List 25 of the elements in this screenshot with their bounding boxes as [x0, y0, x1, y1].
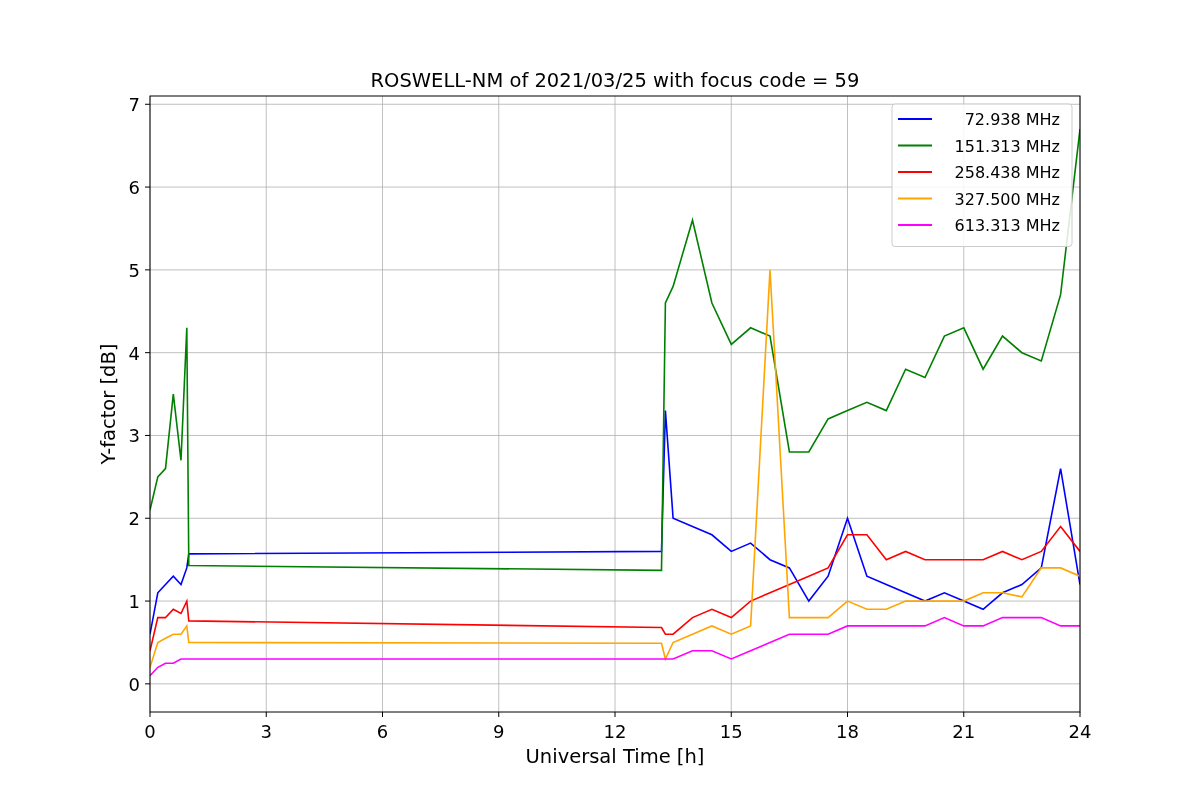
- x-tick-label: 18: [836, 721, 859, 742]
- x-tick-label: 12: [603, 721, 627, 742]
- x-tick-label: 9: [493, 721, 505, 742]
- x-axis-label: Universal Time [h]: [525, 745, 705, 768]
- x-tick-label: 0: [144, 721, 156, 742]
- y-tick-label: 3: [128, 425, 140, 447]
- y-tick-label: 4: [128, 342, 140, 364]
- x-tick-label: 3: [260, 721, 272, 742]
- chart-title: ROSWELL-NM of 2021/03/25 with focus code = 59: [370, 69, 860, 92]
- legend-label: 327.500 MHz: [954, 189, 1060, 209]
- legend-label: 613.313 MHz: [954, 216, 1060, 235]
- x-tick-label: 6: [376, 721, 389, 742]
- y-tick-label: 5: [128, 259, 140, 281]
- x-tick-label: 21: [952, 721, 976, 742]
- y-tick-label: 7: [128, 94, 140, 116]
- y-tick-label: 1: [128, 591, 140, 613]
- legend-label: 151.313 MHz: [954, 136, 1060, 156]
- y-axis-label: Y-factor [dB]: [97, 343, 120, 465]
- legend-label: 258.438 MHz: [954, 163, 1060, 182]
- y-tick-label: 0: [128, 673, 140, 695]
- legend-label: 72.938 MHz: [964, 110, 1060, 129]
- y-tick-label: 6: [128, 177, 140, 199]
- x-tick-label: 24: [1068, 721, 1092, 742]
- y-tick-label: 2: [128, 508, 140, 530]
- x-tick-label: 15: [719, 721, 743, 742]
